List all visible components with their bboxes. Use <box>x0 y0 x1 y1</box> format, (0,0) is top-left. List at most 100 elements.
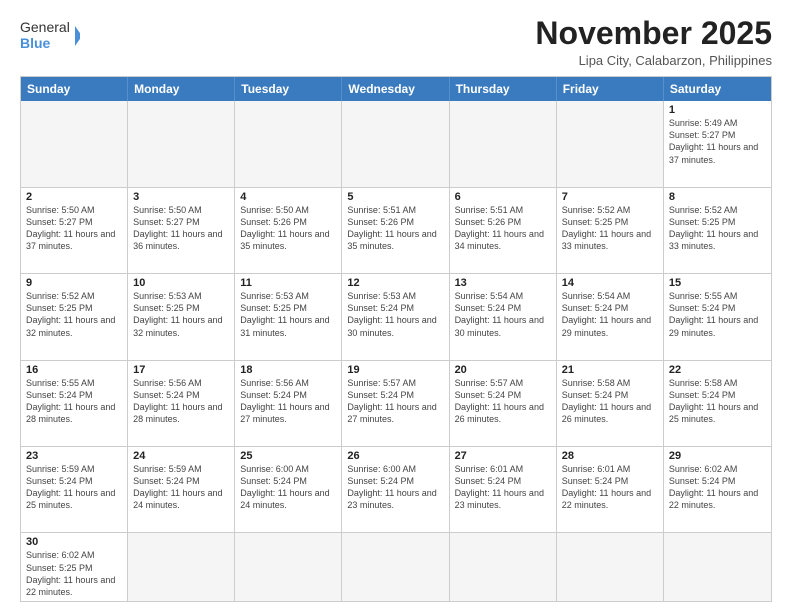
day-info: Sunrise: 5:59 AM Sunset: 5:24 PM Dayligh… <box>26 463 122 512</box>
empty-cell-0-4 <box>450 101 557 186</box>
day-cell-23: 23Sunrise: 5:59 AM Sunset: 5:24 PM Dayli… <box>21 447 128 532</box>
day-cell-19: 19Sunrise: 5:57 AM Sunset: 5:24 PM Dayli… <box>342 361 449 446</box>
day-number: 30 <box>26 536 122 548</box>
day-cell-27: 27Sunrise: 6:01 AM Sunset: 5:24 PM Dayli… <box>450 447 557 532</box>
day-number: 3 <box>133 191 229 203</box>
day-number: 7 <box>562 191 658 203</box>
weekday-header-saturday: Saturday <box>664 77 771 101</box>
day-info: Sunrise: 5:58 AM Sunset: 5:24 PM Dayligh… <box>669 377 766 426</box>
day-cell-29: 29Sunrise: 6:02 AM Sunset: 5:24 PM Dayli… <box>664 447 771 532</box>
day-number: 24 <box>133 450 229 462</box>
day-cell-26: 26Sunrise: 6:00 AM Sunset: 5:24 PM Dayli… <box>342 447 449 532</box>
day-cell-30: 30Sunrise: 6:02 AM Sunset: 5:25 PM Dayli… <box>21 533 128 601</box>
day-info: Sunrise: 5:50 AM Sunset: 5:27 PM Dayligh… <box>26 204 122 253</box>
calendar: SundayMondayTuesdayWednesdayThursdayFrid… <box>20 76 772 602</box>
day-info: Sunrise: 5:54 AM Sunset: 5:24 PM Dayligh… <box>455 290 551 339</box>
empty-cell-5-5 <box>557 533 664 601</box>
weekday-header-tuesday: Tuesday <box>235 77 342 101</box>
day-info: Sunrise: 6:00 AM Sunset: 5:24 PM Dayligh… <box>240 463 336 512</box>
day-number: 15 <box>669 277 766 289</box>
day-info: Sunrise: 5:49 AM Sunset: 5:27 PM Dayligh… <box>669 117 766 166</box>
day-number: 22 <box>669 364 766 376</box>
empty-cell-0-3 <box>342 101 449 186</box>
header: General Blue November 2025 Lipa City, Ca… <box>20 16 772 68</box>
day-number: 16 <box>26 364 122 376</box>
calendar-row-3: 16Sunrise: 5:55 AM Sunset: 5:24 PM Dayli… <box>21 360 771 446</box>
day-cell-4: 4Sunrise: 5:50 AM Sunset: 5:26 PM Daylig… <box>235 188 342 273</box>
day-number: 18 <box>240 364 336 376</box>
day-cell-3: 3Sunrise: 5:50 AM Sunset: 5:27 PM Daylig… <box>128 188 235 273</box>
day-cell-2: 2Sunrise: 5:50 AM Sunset: 5:27 PM Daylig… <box>21 188 128 273</box>
day-number: 28 <box>562 450 658 462</box>
day-cell-24: 24Sunrise: 5:59 AM Sunset: 5:24 PM Dayli… <box>128 447 235 532</box>
day-cell-7: 7Sunrise: 5:52 AM Sunset: 5:25 PM Daylig… <box>557 188 664 273</box>
day-number: 10 <box>133 277 229 289</box>
day-cell-9: 9Sunrise: 5:52 AM Sunset: 5:25 PM Daylig… <box>21 274 128 359</box>
month-title: November 2025 <box>535 16 772 51</box>
day-info: Sunrise: 5:51 AM Sunset: 5:26 PM Dayligh… <box>455 204 551 253</box>
day-info: Sunrise: 6:01 AM Sunset: 5:24 PM Dayligh… <box>562 463 658 512</box>
day-number: 2 <box>26 191 122 203</box>
day-number: 29 <box>669 450 766 462</box>
day-info: Sunrise: 5:54 AM Sunset: 5:24 PM Dayligh… <box>562 290 658 339</box>
svg-text:Blue: Blue <box>20 35 51 51</box>
day-number: 8 <box>669 191 766 203</box>
day-info: Sunrise: 5:56 AM Sunset: 5:24 PM Dayligh… <box>240 377 336 426</box>
day-number: 9 <box>26 277 122 289</box>
day-cell-14: 14Sunrise: 5:54 AM Sunset: 5:24 PM Dayli… <box>557 274 664 359</box>
day-number: 12 <box>347 277 443 289</box>
empty-cell-0-2 <box>235 101 342 186</box>
day-cell-11: 11Sunrise: 5:53 AM Sunset: 5:25 PM Dayli… <box>235 274 342 359</box>
empty-cell-5-2 <box>235 533 342 601</box>
day-number: 14 <box>562 277 658 289</box>
day-info: Sunrise: 5:59 AM Sunset: 5:24 PM Dayligh… <box>133 463 229 512</box>
day-info: Sunrise: 5:58 AM Sunset: 5:24 PM Dayligh… <box>562 377 658 426</box>
day-number: 13 <box>455 277 551 289</box>
logo: General Blue <box>20 16 80 56</box>
day-info: Sunrise: 5:52 AM Sunset: 5:25 PM Dayligh… <box>26 290 122 339</box>
title-area: November 2025 Lipa City, Calabarzon, Phi… <box>535 16 772 68</box>
day-info: Sunrise: 5:52 AM Sunset: 5:25 PM Dayligh… <box>562 204 658 253</box>
day-cell-28: 28Sunrise: 6:01 AM Sunset: 5:24 PM Dayli… <box>557 447 664 532</box>
empty-cell-5-4 <box>450 533 557 601</box>
weekday-header-thursday: Thursday <box>450 77 557 101</box>
day-info: Sunrise: 5:57 AM Sunset: 5:24 PM Dayligh… <box>455 377 551 426</box>
day-cell-6: 6Sunrise: 5:51 AM Sunset: 5:26 PM Daylig… <box>450 188 557 273</box>
day-number: 11 <box>240 277 336 289</box>
day-cell-15: 15Sunrise: 5:55 AM Sunset: 5:24 PM Dayli… <box>664 274 771 359</box>
day-number: 1 <box>669 104 766 116</box>
day-info: Sunrise: 5:53 AM Sunset: 5:25 PM Dayligh… <box>240 290 336 339</box>
day-info: Sunrise: 6:00 AM Sunset: 5:24 PM Dayligh… <box>347 463 443 512</box>
day-cell-1: 1Sunrise: 5:49 AM Sunset: 5:27 PM Daylig… <box>664 101 771 186</box>
day-number: 27 <box>455 450 551 462</box>
calendar-row-2: 9Sunrise: 5:52 AM Sunset: 5:25 PM Daylig… <box>21 273 771 359</box>
day-cell-17: 17Sunrise: 5:56 AM Sunset: 5:24 PM Dayli… <box>128 361 235 446</box>
svg-text:General: General <box>20 19 70 35</box>
empty-cell-5-6 <box>664 533 771 601</box>
calendar-row-4: 23Sunrise: 5:59 AM Sunset: 5:24 PM Dayli… <box>21 446 771 532</box>
day-info: Sunrise: 5:52 AM Sunset: 5:25 PM Dayligh… <box>669 204 766 253</box>
empty-cell-5-1 <box>128 533 235 601</box>
day-cell-18: 18Sunrise: 5:56 AM Sunset: 5:24 PM Dayli… <box>235 361 342 446</box>
calendar-header: SundayMondayTuesdayWednesdayThursdayFrid… <box>21 77 771 101</box>
day-cell-22: 22Sunrise: 5:58 AM Sunset: 5:24 PM Dayli… <box>664 361 771 446</box>
weekday-header-friday: Friday <box>557 77 664 101</box>
weekday-header-sunday: Sunday <box>21 77 128 101</box>
day-info: Sunrise: 6:02 AM Sunset: 5:25 PM Dayligh… <box>26 549 122 598</box>
day-info: Sunrise: 5:51 AM Sunset: 5:26 PM Dayligh… <box>347 204 443 253</box>
day-number: 25 <box>240 450 336 462</box>
day-cell-25: 25Sunrise: 6:00 AM Sunset: 5:24 PM Dayli… <box>235 447 342 532</box>
day-number: 23 <box>26 450 122 462</box>
day-number: 26 <box>347 450 443 462</box>
page: General Blue November 2025 Lipa City, Ca… <box>0 0 792 612</box>
calendar-row-5: 30Sunrise: 6:02 AM Sunset: 5:25 PM Dayli… <box>21 532 771 601</box>
day-number: 4 <box>240 191 336 203</box>
calendar-row-0: 1Sunrise: 5:49 AM Sunset: 5:27 PM Daylig… <box>21 101 771 186</box>
day-info: Sunrise: 6:01 AM Sunset: 5:24 PM Dayligh… <box>455 463 551 512</box>
day-number: 20 <box>455 364 551 376</box>
calendar-body: 1Sunrise: 5:49 AM Sunset: 5:27 PM Daylig… <box>21 101 771 601</box>
day-cell-16: 16Sunrise: 5:55 AM Sunset: 5:24 PM Dayli… <box>21 361 128 446</box>
day-number: 17 <box>133 364 229 376</box>
day-cell-21: 21Sunrise: 5:58 AM Sunset: 5:24 PM Dayli… <box>557 361 664 446</box>
empty-cell-0-1 <box>128 101 235 186</box>
